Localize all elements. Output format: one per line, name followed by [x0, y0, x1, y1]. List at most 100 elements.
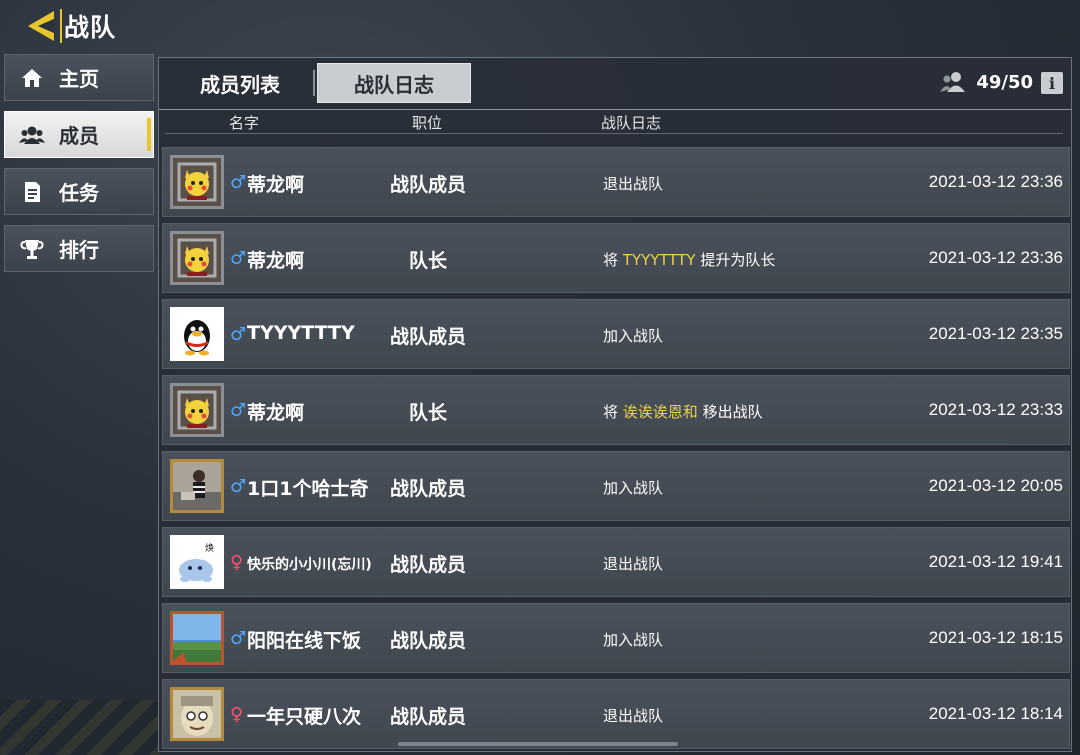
member-position: 战队成员: [389, 554, 466, 576]
top-bar: 战队: [22, 6, 116, 46]
home-icon: [5, 67, 59, 89]
divider: [165, 133, 1063, 134]
member-position: 战队成员: [389, 706, 466, 728]
member-position: 队长: [408, 402, 447, 424]
member-position: 战队成员: [389, 478, 466, 500]
gender-icon: ♀: [230, 552, 244, 573]
member-name: 阳阳在线下饭: [247, 630, 362, 652]
avatar: [170, 307, 224, 361]
gender-icon: ♀: [230, 704, 244, 725]
log-time: 2021-03-12 23:36: [928, 172, 1063, 191]
log-text: 退出战队: [603, 553, 663, 574]
log-row[interactable]: ♀ 一年只硬八次 战队成员 退出战队 2021-03-12 18:14: [162, 679, 1070, 749]
trophy-icon: [5, 238, 59, 260]
gender-icon: ♂: [230, 476, 247, 497]
title-divider: [60, 9, 62, 43]
log-row[interactable]: ♂ 1口1个哈士奇 战队成员 加入战队 2021-03-12 20:05: [162, 451, 1070, 521]
log-text-post: 移出战队: [697, 403, 763, 421]
tab-team-log[interactable]: 战队日志: [317, 63, 471, 103]
member-name: 蒂龙啊: [247, 174, 305, 196]
member-count-text: 49/50: [976, 71, 1033, 93]
sidebar-item-label: 主页: [59, 67, 99, 91]
back-arrow-icon: [28, 11, 54, 41]
gender-icon: ♂: [230, 248, 247, 269]
column-header-name: 名字: [229, 114, 260, 132]
log-time: 2021-03-12 20:05: [928, 476, 1063, 495]
log-row[interactable]: ♂ 蒂龙啊 队长 将 TYYYTTTY 提升为队长 2021-03-12 23:…: [162, 223, 1070, 293]
log-text-pre: 退出战队: [603, 555, 664, 573]
log-text-pre: 退出战队: [603, 175, 664, 193]
sidebar: 主页 成员 任务 排行: [4, 54, 154, 282]
avatar: [170, 155, 224, 209]
members-count-icon: [940, 72, 966, 92]
log-text: 加入战队: [603, 477, 663, 498]
avatar: [170, 459, 224, 513]
svg-text:焕: 焕: [205, 542, 214, 554]
tab-divider: [313, 70, 315, 96]
log-text-pre: 将: [603, 251, 623, 269]
avatar: [170, 687, 224, 741]
avatar: [170, 611, 224, 665]
sidebar-item-tasks[interactable]: 任务: [4, 168, 154, 215]
scrollbar[interactable]: [398, 742, 678, 746]
background-stripes: [0, 700, 160, 755]
log-row[interactable]: ♂ 蒂龙啊 队长 将 诶诶诶恩和 移出战队 2021-03-12 23:33: [162, 375, 1070, 445]
log-row[interactable]: ♂ 蒂龙啊 战队成员 退出战队 2021-03-12 23:36: [162, 147, 1070, 217]
member-name: 快乐的小小川(忘川): [247, 557, 372, 573]
gender-icon: ♂: [230, 172, 247, 193]
log-row[interactable]: ♂ TYYYTTTY 战队成员 加入战队 2021-03-12 23:35: [162, 299, 1070, 369]
column-header-position: 职位: [412, 114, 443, 132]
member-position: 战队成员: [389, 630, 466, 652]
log-text-pre: 加入战队: [603, 631, 664, 649]
team-log-panel: 成员列表 战队日志 49/50 i 名字 职位 战队日志 ♂ 蒂龙啊 战队成员 …: [158, 57, 1072, 752]
gender-icon: ♂: [230, 628, 247, 649]
log-text: 将 TYYYTTTY 提升为队长: [603, 249, 775, 270]
sidebar-item-label: 任务: [59, 181, 99, 205]
log-row[interactable]: ♂ 阳阳在线下饭 战队成员 加入战队 2021-03-12 18:15: [162, 603, 1070, 673]
log-text-pre: 加入战队: [603, 327, 664, 345]
log-time: 2021-03-12 18:14: [928, 704, 1063, 723]
log-time: 2021-03-12 19:41: [928, 552, 1063, 571]
log-text-highlight: 诶诶诶恩和: [622, 403, 698, 421]
members-icon: [5, 124, 59, 146]
member-position: 队长: [408, 250, 447, 272]
info-button[interactable]: i: [1041, 72, 1063, 94]
log-time: 2021-03-12 23:33: [928, 400, 1063, 419]
avatar: [170, 231, 224, 285]
sidebar-item-label: 成员: [59, 124, 99, 148]
log-row[interactable]: 焕 ♀ 快乐的小小川(忘川) 战队成员 退出战队 2021-03-12 19:4…: [162, 527, 1070, 597]
back-button[interactable]: [22, 6, 62, 46]
log-text-pre: 退出战队: [603, 707, 664, 725]
log-text: 将 诶诶诶恩和 移出战队: [603, 401, 763, 422]
log-text: 退出战队: [603, 173, 663, 194]
member-name: 1口1个哈士奇: [247, 478, 369, 500]
log-time: 2021-03-12 23:36: [928, 248, 1063, 267]
log-text-pre: 将: [603, 403, 623, 421]
sidebar-item-members[interactable]: 成员: [4, 111, 154, 158]
member-count: 49/50: [940, 71, 1033, 93]
sidebar-item-ranking[interactable]: 排行: [4, 225, 154, 272]
task-icon: [5, 181, 59, 203]
log-text: 加入战队: [603, 629, 663, 650]
gender-icon: ♂: [230, 324, 247, 345]
avatar: 焕: [170, 535, 224, 589]
log-text-pre: 加入战队: [603, 479, 664, 497]
tab-member-list[interactable]: 成员列表: [163, 63, 317, 103]
log-text-highlight: TYYYTTTY: [622, 251, 696, 269]
divider: [159, 109, 1071, 110]
member-name: 蒂龙啊: [247, 402, 305, 424]
sidebar-item-label: 排行: [59, 238, 99, 262]
avatar: [170, 383, 224, 437]
member-name: TYYYTTTY: [247, 322, 355, 344]
gender-icon: ♂: [230, 400, 247, 421]
log-text: 加入战队: [603, 325, 663, 346]
log-text: 退出战队: [603, 705, 663, 726]
member-position: 战队成员: [389, 174, 466, 196]
member-name: 一年只硬八次: [247, 706, 362, 728]
member-position: 战队成员: [389, 326, 466, 348]
log-time: 2021-03-12 23:35: [928, 324, 1063, 343]
column-header-log: 战队日志: [601, 114, 662, 132]
sidebar-item-home[interactable]: 主页: [4, 54, 154, 101]
tab-bar: 成员列表 战队日志 49/50 i: [159, 58, 1071, 108]
log-time: 2021-03-12 18:15: [928, 628, 1063, 647]
